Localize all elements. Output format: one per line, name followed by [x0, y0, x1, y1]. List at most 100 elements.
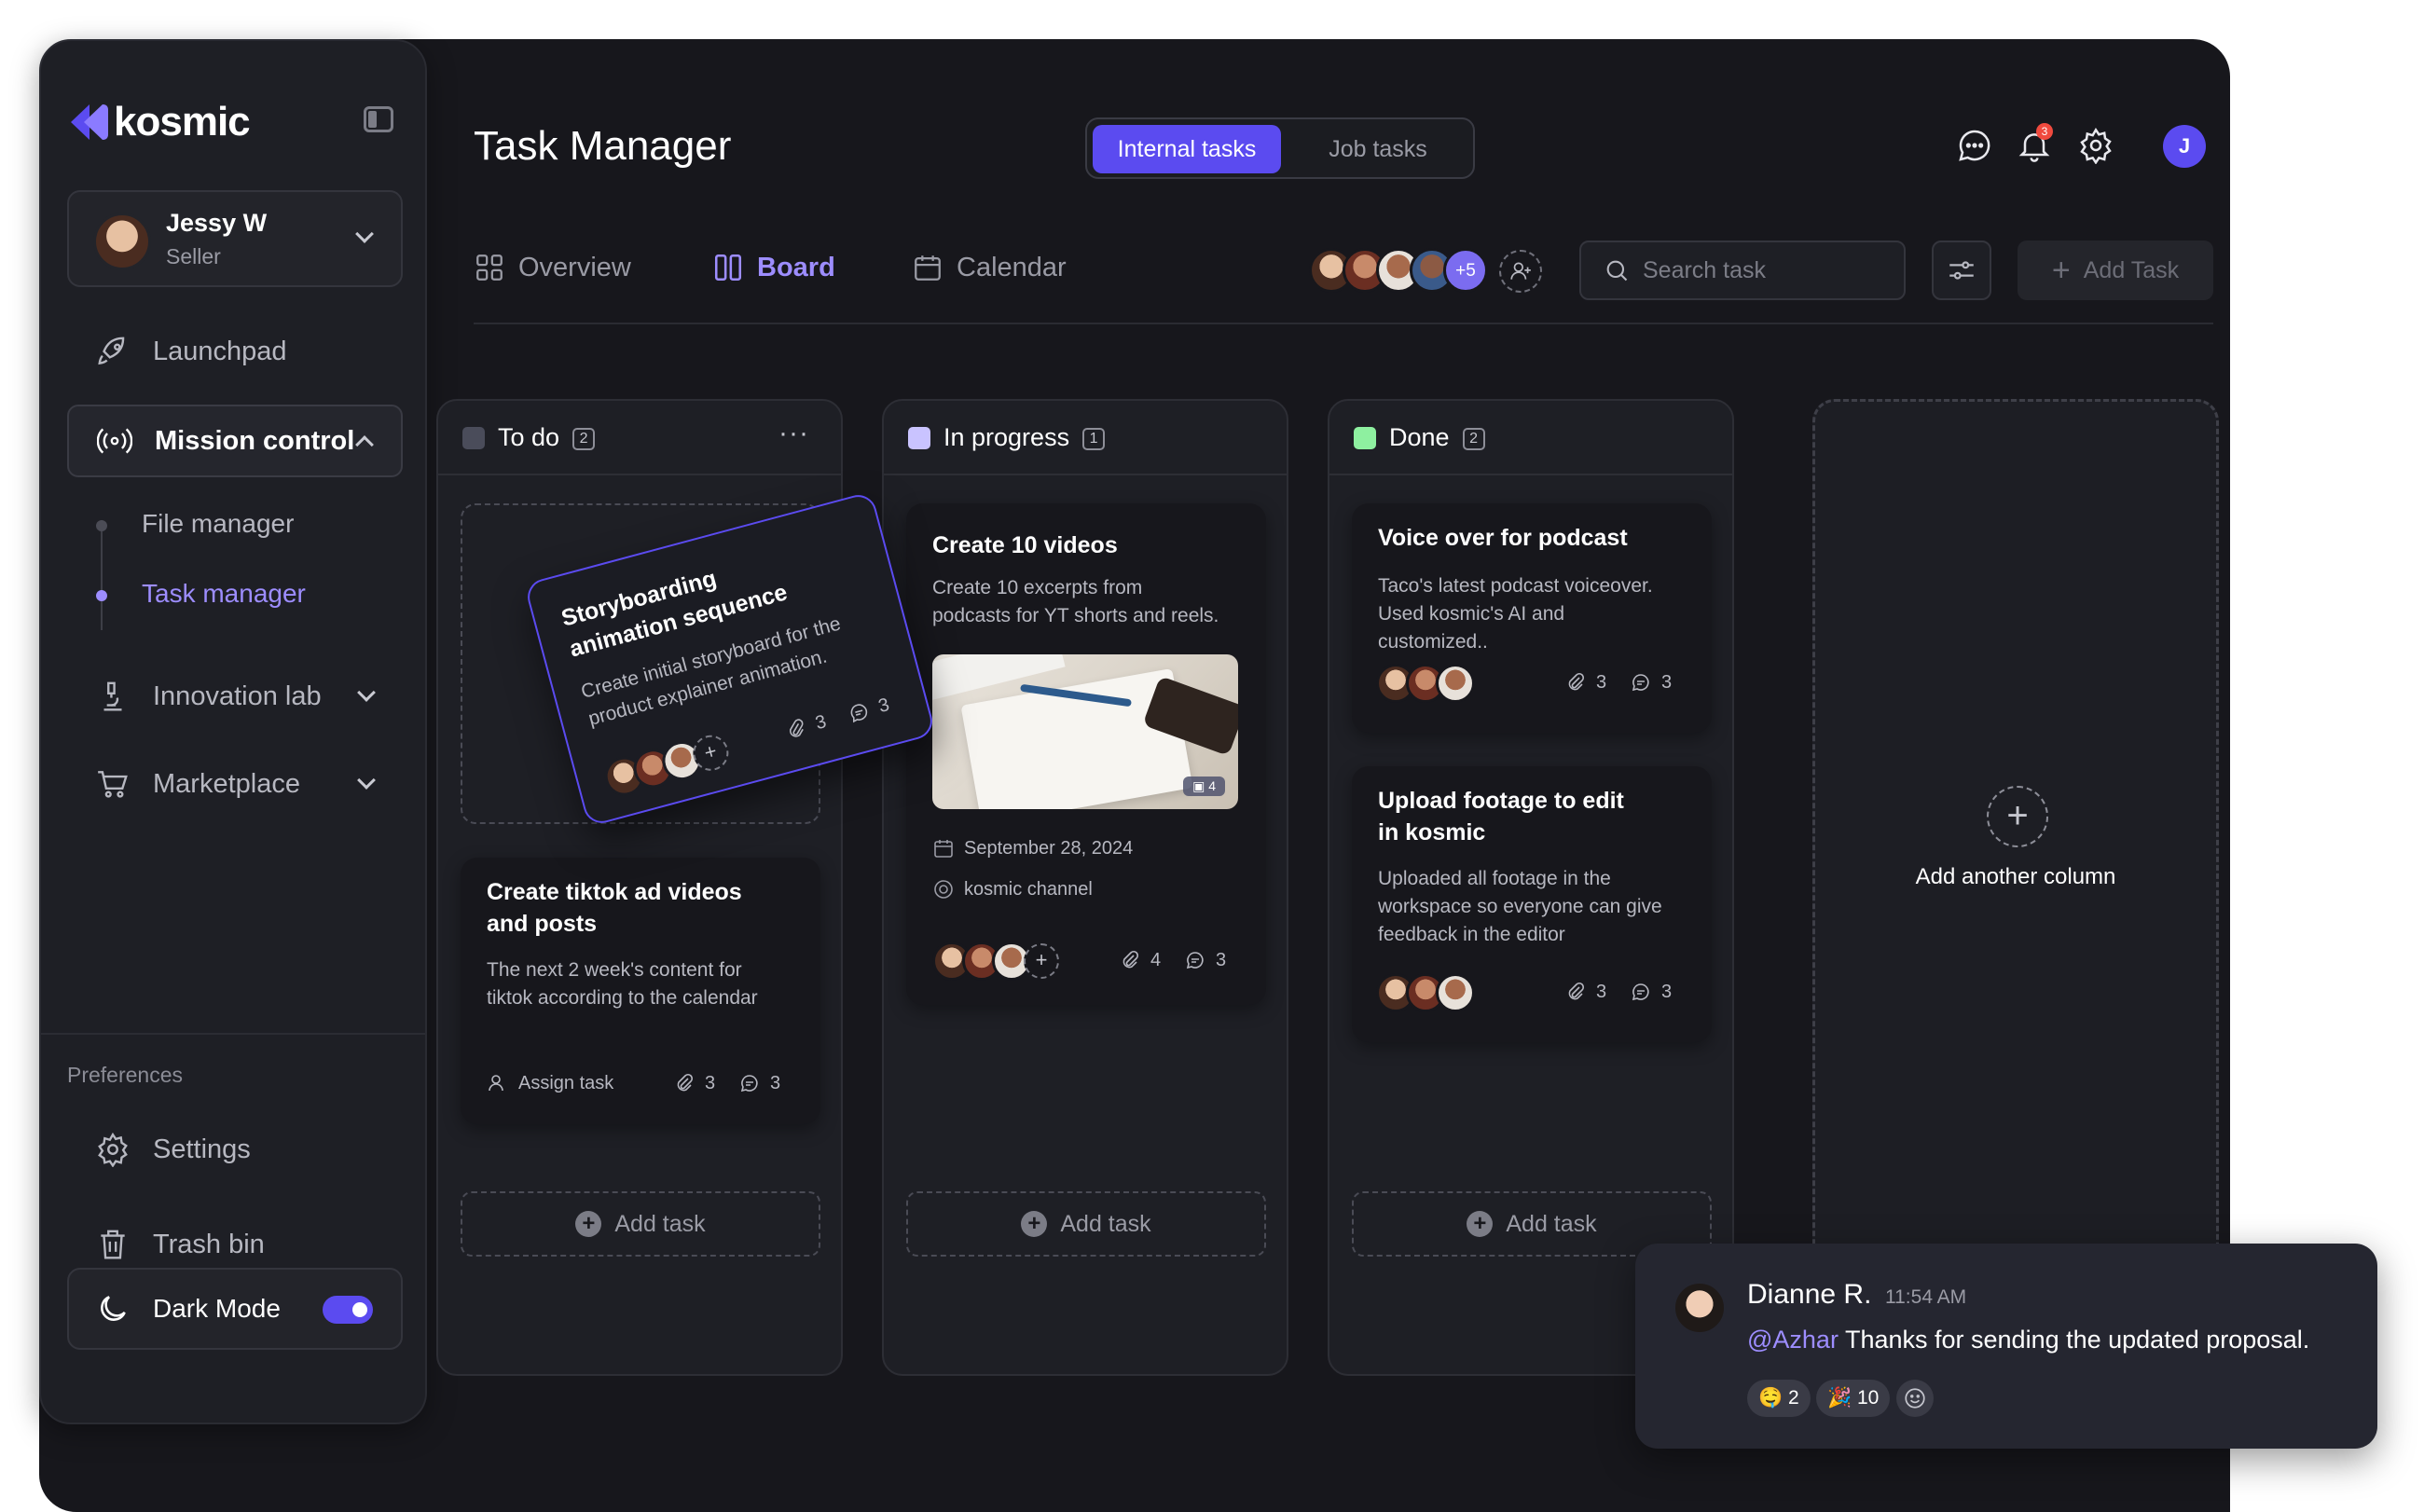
column-title-text: Done	[1389, 423, 1450, 451]
card-desc-line: Uploaded all footage in the	[1378, 868, 1611, 889]
page-title: Task Manager	[474, 123, 732, 169]
rocket-icon	[95, 334, 131, 369]
chevron-down-icon	[355, 225, 374, 243]
add-task-button[interactable]: + Add Task	[2018, 241, 2213, 300]
profile-avatar[interactable]: J	[2163, 125, 2206, 168]
sender-avatar	[1673, 1281, 1727, 1335]
card-description: Uploaded all footage in the workspace so…	[1378, 865, 1662, 949]
dark-mode-row: Dark Mode	[67, 1268, 403, 1350]
tab-job-tasks[interactable]: Job tasks	[1296, 125, 1460, 173]
more-icon[interactable]: ···	[778, 418, 809, 449]
sidebar-item-task-manager[interactable]: Task manager	[142, 579, 306, 609]
add-user-icon	[1510, 262, 1531, 280]
message-body: Thanks for sending the updated proposal.	[1838, 1326, 2310, 1354]
assignee-avatar	[1436, 973, 1475, 1012]
add-column-button[interactable]: + Add another column	[1812, 399, 2219, 1387]
channel: kosmic channel	[932, 878, 1093, 900]
card-title-line: Create tiktok ad videos	[487, 879, 742, 905]
channel-text: kosmic channel	[964, 878, 1093, 900]
image-count-badge: ▣ 4	[1183, 777, 1225, 796]
card-title: Create tiktok ad videos and posts	[487, 876, 742, 940]
filter-button[interactable]	[1932, 241, 1991, 300]
column-header: In progress 1	[884, 401, 1287, 475]
gear-icon[interactable]	[2075, 125, 2116, 166]
sidebar-item-file-manager[interactable]: File manager	[142, 509, 294, 539]
invite-member-button[interactable]	[1499, 250, 1542, 293]
add-task-label: Add Task	[2083, 256, 2180, 283]
reaction-chip[interactable]: 🎉 10	[1816, 1380, 1891, 1417]
attachment-count: 3	[782, 710, 829, 743]
card-description: The next 2 week's content for tiktok acc…	[487, 956, 758, 1012]
sidebar-item-marketplace[interactable]: Marketplace	[67, 748, 403, 820]
task-card[interactable]: Create 10 videos Create 10 excerpts from…	[906, 503, 1266, 1005]
notification-badge: 3	[2036, 123, 2053, 140]
add-column-label: Add another column	[1915, 864, 2116, 889]
sidebar-item-label: Trash bin	[153, 1229, 265, 1259]
sidebar-item-mission-control[interactable]: Mission control	[67, 405, 403, 477]
column-color-dot	[1354, 427, 1376, 449]
sidebar-item-settings[interactable]: Settings	[67, 1113, 403, 1186]
chat-icon[interactable]	[1954, 125, 1995, 166]
add-task-button[interactable]: + Add task	[906, 1191, 1266, 1257]
card-assignees[interactable]	[1376, 664, 1475, 703]
add-task-label: Add task	[1506, 1210, 1597, 1237]
logo-text: kosmic	[114, 99, 251, 144]
attachment-count-text: 3	[1596, 671, 1607, 693]
tab-internal-tasks[interactable]: Internal tasks	[1093, 125, 1281, 173]
task-type-switch: Internal tasks Job tasks	[1085, 117, 1475, 179]
card-desc-line: feedback in the editor	[1378, 924, 1565, 945]
comment-count: 3	[1630, 981, 1672, 1003]
comment-count: 3	[738, 1072, 780, 1094]
attachment-count: 3	[1564, 981, 1606, 1003]
card-assignees[interactable]	[1376, 973, 1475, 1012]
paperclip-icon	[1568, 672, 1585, 691]
paperclip-icon	[1568, 982, 1585, 1000]
card-desc-line: workspace so everyone can give	[1378, 896, 1662, 917]
assign-task[interactable]: Assign task	[487, 1072, 613, 1094]
task-card[interactable]: Create tiktok ad videos and posts The ne…	[461, 858, 820, 1124]
user-switcher[interactable]: Jessy W Seller	[67, 190, 403, 287]
tab-calendar[interactable]: Calendar	[912, 252, 1067, 283]
task-card[interactable]: Upload footage to edit in kosmic Uploade…	[1352, 766, 1712, 1042]
plus-icon: +	[1987, 786, 2048, 847]
reaction-emoji: 🤤	[1758, 1387, 1784, 1409]
gear-icon	[95, 1132, 131, 1167]
user-icon	[489, 1075, 503, 1092]
add-reaction-button[interactable]	[1896, 1380, 1934, 1417]
user-name: Jessy W	[166, 209, 268, 237]
card-title: Upload footage to edit in kosmic	[1378, 785, 1624, 848]
add-assignee-icon[interactable]: +	[1024, 943, 1059, 979]
mention-link[interactable]: @Azhar	[1747, 1326, 1839, 1354]
target-icon	[934, 880, 953, 899]
bell-icon[interactable]: 3	[2014, 123, 2055, 166]
tab-label: Board	[757, 252, 835, 282]
card-assignees[interactable]: +	[932, 942, 1059, 981]
collapse-sidebar-icon[interactable]	[364, 106, 393, 132]
sidebar-item-label: Innovation lab	[153, 680, 322, 711]
member-avatars[interactable]: +5	[1309, 248, 1488, 296]
logo[interactable]: kosmic	[67, 99, 251, 145]
task-card[interactable]: Voice over for podcast Taco's latest pod…	[1352, 503, 1712, 733]
add-task-button[interactable]: + Add task	[461, 1191, 820, 1257]
comment-count-text: 3	[1661, 671, 1673, 693]
tab-overview[interactable]: Overview	[474, 252, 631, 283]
card-desc-line: The next 2 week's content for	[487, 959, 742, 981]
add-task-label: Add task	[614, 1210, 706, 1237]
column-color-dot	[908, 427, 930, 449]
dark-mode-toggle[interactable]	[323, 1296, 373, 1324]
tab-board[interactable]: Board	[712, 252, 835, 283]
chat-notification[interactable]: Dianne R. 11:54 AM @Azhar Thanks for sen…	[1635, 1244, 2377, 1449]
card-image[interactable]: ▣ 4	[932, 654, 1238, 809]
column-title-text: To do	[498, 423, 560, 451]
assign-label: Assign task	[518, 1072, 614, 1093]
sidebar-item-launchpad[interactable]: Launchpad	[67, 315, 403, 388]
sidebar-item-innovation-lab[interactable]: Innovation lab	[67, 660, 403, 733]
sidebar-item-label: Marketplace	[153, 768, 300, 799]
reaction-chip[interactable]: 🤤 2	[1747, 1380, 1811, 1417]
user-role: Seller	[166, 244, 221, 268]
card-assignees[interactable]: +	[599, 730, 733, 801]
search-input[interactable]: Search task	[1579, 241, 1906, 300]
card-desc-line: Create 10 excerpts from	[932, 577, 1143, 598]
calendar-icon	[934, 840, 953, 858]
calendar-icon	[915, 255, 941, 281]
